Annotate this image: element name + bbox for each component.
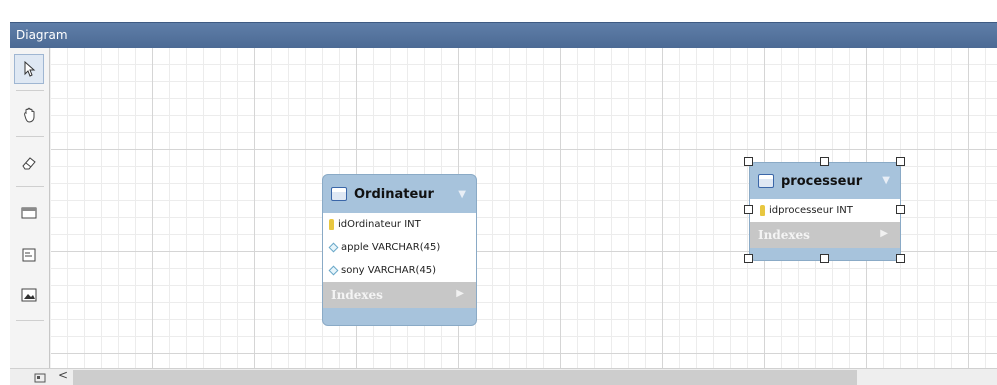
table-processeur-name: processeur — [781, 173, 863, 189]
resize-handle[interactable] — [896, 254, 905, 263]
collapse-caret-icon[interactable]: ▼ — [458, 189, 466, 200]
column-row[interactable]: idprocesseur INT — [750, 199, 900, 222]
table-processeur-header[interactable]: processeur ▼ — [750, 163, 900, 199]
navigator-icon[interactable] — [34, 373, 46, 383]
pointer-icon — [24, 61, 36, 77]
column-icon — [328, 242, 339, 253]
resize-handle[interactable] — [820, 254, 829, 263]
hand-tool[interactable] — [14, 100, 44, 130]
top-strip — [0, 0, 997, 12]
resize-handle[interactable] — [744, 205, 753, 214]
toolbar-separator — [16, 320, 44, 321]
image-icon — [21, 288, 37, 302]
note-icon — [22, 248, 36, 262]
table-processeur-columns: idprocesseur INT — [750, 199, 900, 222]
resize-handle[interactable] — [820, 157, 829, 166]
primary-key-icon — [760, 205, 765, 216]
diagram-toolbar — [10, 48, 50, 370]
table-processeur[interactable]: processeur ▼ idprocesseur INT Indexes ▶ — [749, 162, 901, 261]
resize-handle[interactable] — [896, 205, 905, 214]
scroll-left-button[interactable]: < — [56, 368, 70, 385]
indexes-section[interactable]: Indexes ▶ — [750, 222, 900, 248]
layer-icon — [21, 207, 37, 219]
layer-tool[interactable] — [14, 198, 44, 228]
column-label: apple VARCHAR(45) — [341, 242, 441, 253]
table-icon — [758, 174, 774, 188]
pointer-tool[interactable] — [14, 54, 44, 84]
scrollbar-thumb[interactable] — [73, 370, 857, 385]
diagram-titlebar: Diagram — [10, 22, 997, 48]
column-label: sony VARCHAR(45) — [341, 265, 437, 276]
hand-icon — [24, 107, 35, 123]
diagram-title: Diagram — [16, 28, 68, 42]
toolbar-separator — [16, 186, 44, 187]
table-ordinateur-name: Ordinateur — [354, 186, 434, 202]
column-icon — [328, 265, 339, 276]
resize-handle[interactable] — [896, 157, 905, 166]
column-row[interactable]: apple VARCHAR(45) — [323, 236, 476, 259]
table-ordinateur-columns: idOrdinateur INT apple VARCHAR(45) sony … — [323, 213, 476, 282]
indexes-label: Indexes — [758, 228, 810, 242]
table-ordinateur[interactable]: Ordinateur ▼ idOrdinateur INT apple VARC… — [322, 174, 477, 326]
image-tool[interactable] — [14, 280, 44, 310]
table-ordinateur-header[interactable]: Ordinateur ▼ — [323, 175, 476, 213]
primary-key-icon — [329, 219, 334, 230]
table-icon — [331, 187, 347, 201]
resize-handle[interactable] — [744, 157, 753, 166]
column-row[interactable]: idOrdinateur INT — [323, 213, 476, 236]
note-tool[interactable] — [14, 240, 44, 270]
eraser-icon — [22, 157, 36, 170]
toolbar-separator — [16, 90, 44, 91]
collapse-caret-icon[interactable]: ▼ — [882, 175, 890, 186]
indexes-label: Indexes — [331, 288, 383, 302]
column-row[interactable]: sony VARCHAR(45) — [323, 259, 476, 282]
table-footer — [323, 308, 476, 318]
resize-handle[interactable] — [744, 254, 753, 263]
toolbar-separator — [16, 136, 44, 137]
column-label: idOrdinateur INT — [338, 219, 421, 230]
expand-arrow-icon[interactable]: ▶ — [456, 288, 464, 299]
indexes-section[interactable]: Indexes ▶ — [323, 282, 476, 308]
expand-arrow-icon[interactable]: ▶ — [880, 228, 888, 239]
eraser-tool[interactable] — [14, 148, 44, 178]
column-label: idprocesseur INT — [769, 205, 853, 216]
